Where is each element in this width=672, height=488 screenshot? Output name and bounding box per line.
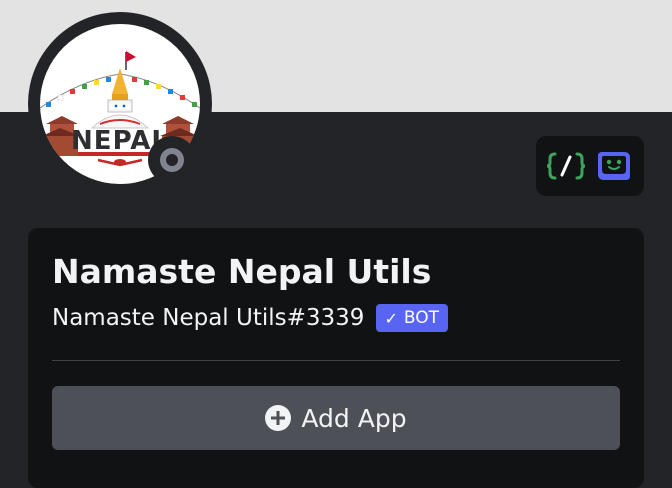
profile-card: Namaste Nepal Utils Namaste Nepal Utils#… — [28, 228, 644, 488]
username-row: Namaste Nepal Utils#3339 ✓ BOT — [52, 302, 448, 334]
checkmark-icon: ✓ — [384, 308, 398, 328]
slash-commands-icon[interactable] — [546, 148, 586, 184]
username: Namaste Nepal Utils#3339 — [52, 305, 365, 331]
add-app-label: Add App — [301, 403, 407, 433]
display-name: Namaste Nepal Utils — [52, 252, 432, 291]
plus-circle-icon — [265, 405, 292, 431]
offline-status-icon — [160, 148, 184, 172]
bot-tag: ✓ BOT — [376, 304, 448, 332]
badge-list — [536, 136, 644, 196]
bot-tag-label: BOT — [403, 308, 439, 328]
add-app-button[interactable]: Add App — [52, 386, 620, 450]
divider — [52, 360, 620, 361]
bot-face-icon[interactable] — [594, 148, 634, 184]
